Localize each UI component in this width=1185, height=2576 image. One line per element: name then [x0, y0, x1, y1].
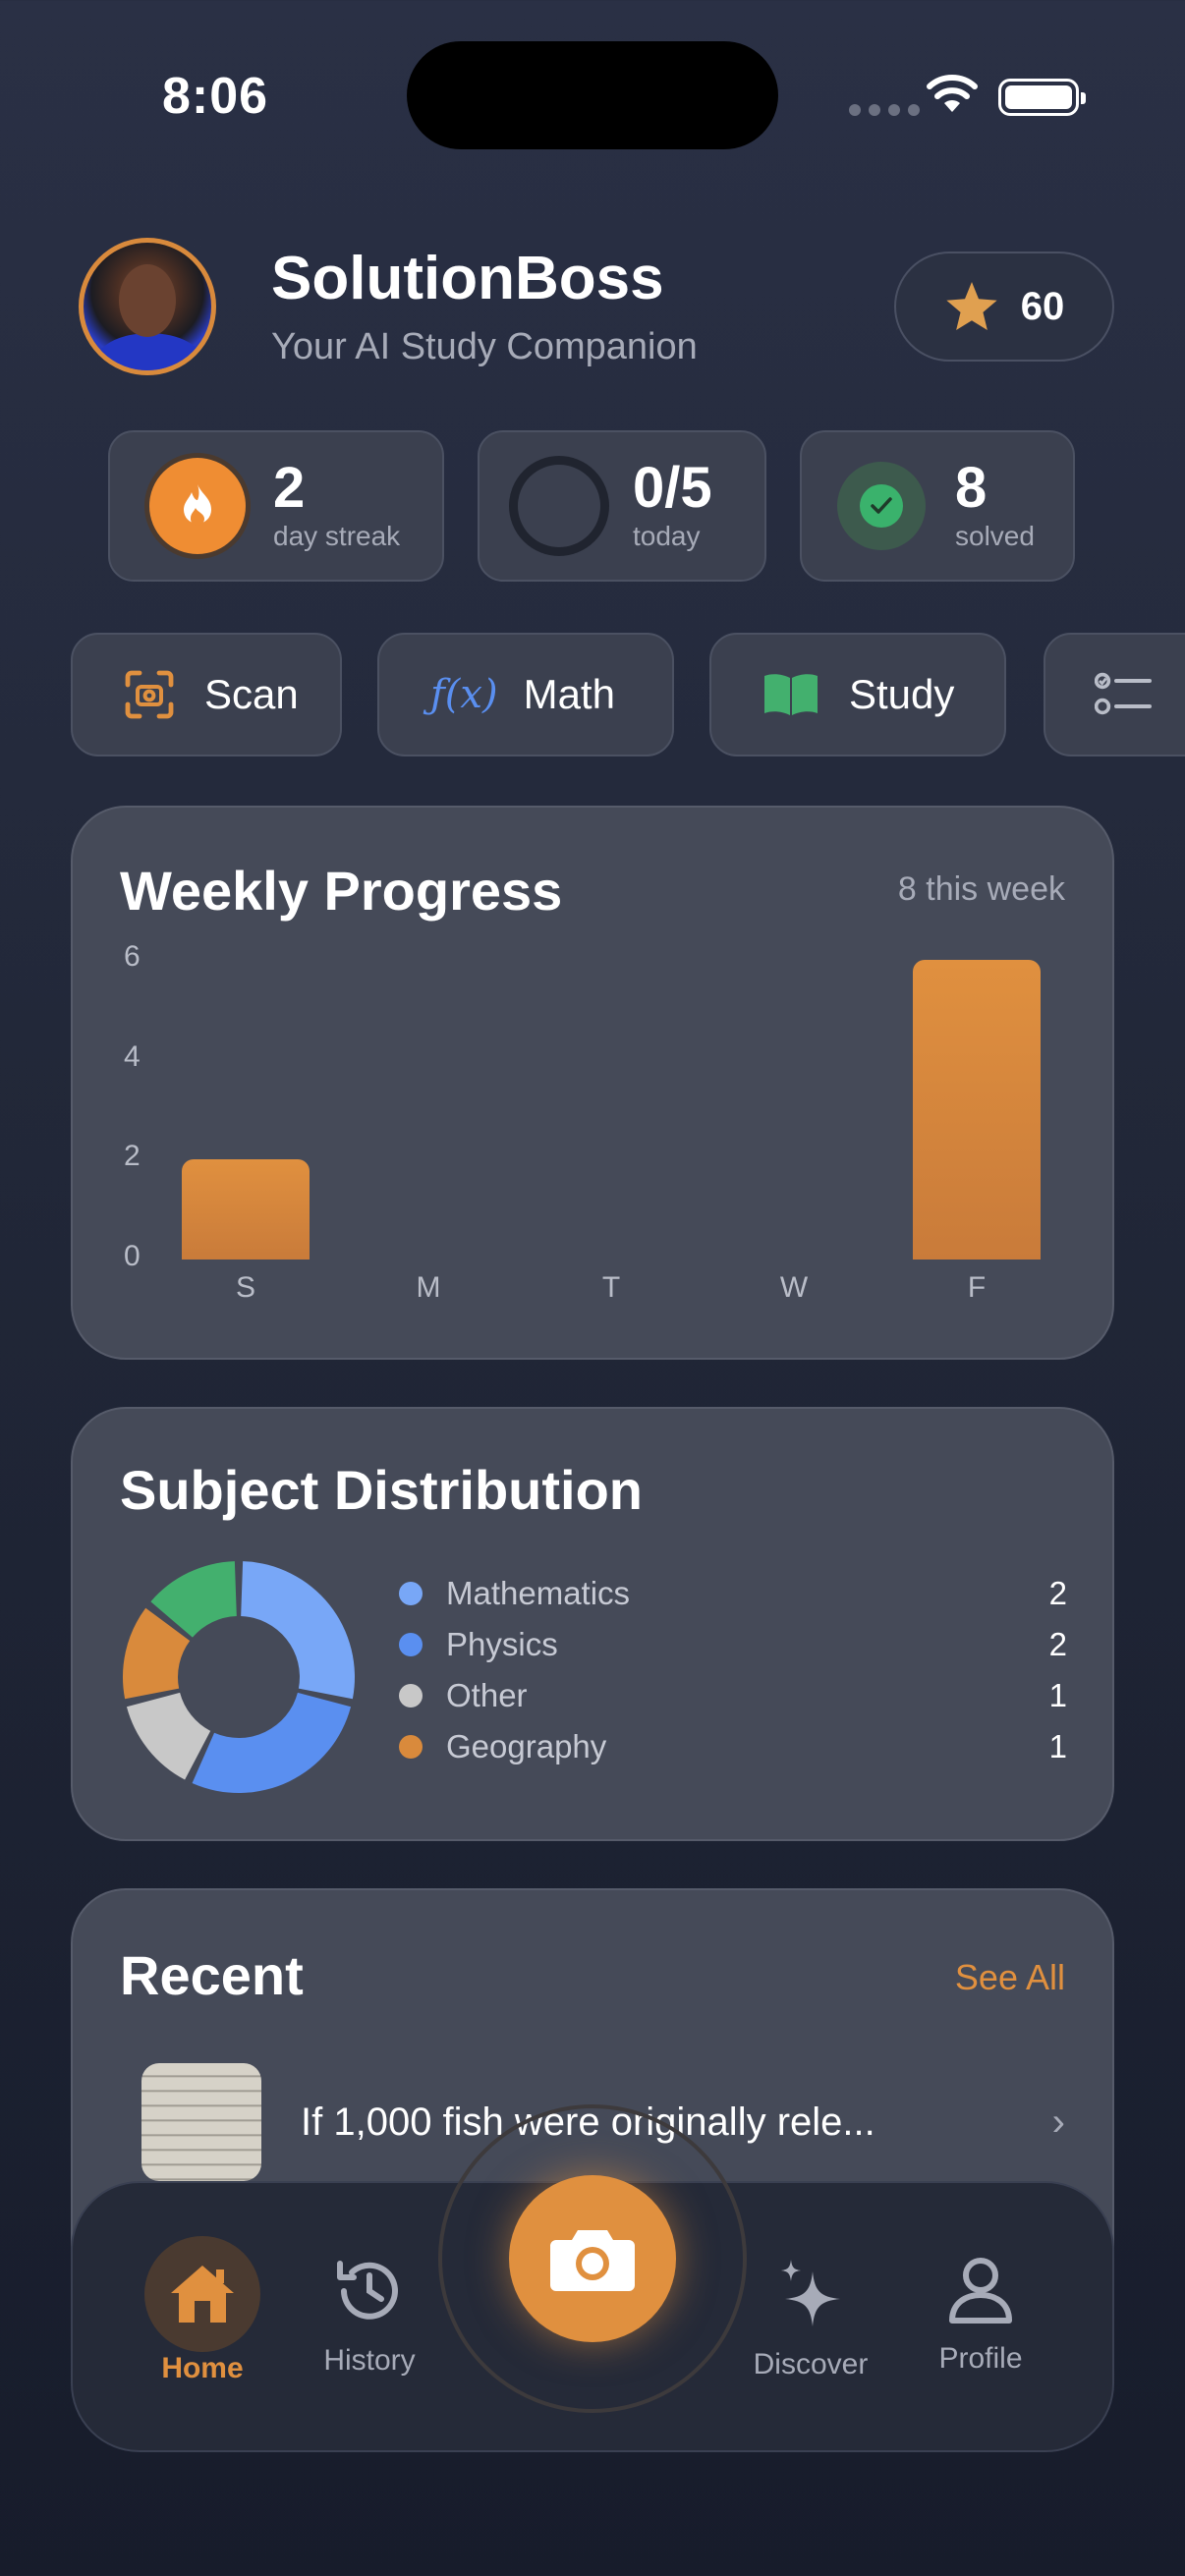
- y-tick-label: 0: [124, 1240, 141, 1272]
- legend-count: 1: [1048, 1677, 1067, 1713]
- study-label: Study: [849, 671, 955, 717]
- check-icon: [837, 462, 926, 550]
- home-icon: [144, 2236, 260, 2352]
- today-value: 0/5: [633, 456, 712, 520]
- points-badge[interactable]: 60: [894, 252, 1114, 362]
- camera-icon: [550, 2230, 635, 2291]
- checklist-button[interactable]: [1044, 633, 1185, 756]
- y-tick-label: 6: [124, 940, 141, 973]
- tab-discover[interactable]: Discover: [732, 2256, 889, 2381]
- legend-name: Physics: [446, 1626, 558, 1662]
- tab-profile[interactable]: Profile: [902, 2256, 1059, 2376]
- checklist-icon: [1095, 672, 1152, 715]
- scan-button[interactable]: Scan: [71, 633, 342, 756]
- x-tick-label: S: [235, 1271, 255, 1304]
- legend-name: Geography: [446, 1728, 607, 1764]
- app-subtitle: Your AI Study Companion: [271, 326, 698, 367]
- donut-segment: [126, 1692, 211, 1780]
- battery-icon: [998, 79, 1086, 116]
- legend-dot: [399, 1684, 423, 1708]
- legend-dot: [399, 1735, 423, 1759]
- flame-icon: [149, 458, 246, 554]
- tab-home-label: Home: [161, 2352, 244, 2384]
- camera-button[interactable]: [509, 2175, 676, 2342]
- y-tick-label: 4: [124, 1039, 141, 1073]
- legend-count: 1: [1048, 1728, 1067, 1764]
- scan-label: Scan: [204, 671, 299, 717]
- subject-distribution-card: Subject Distribution Mathematics 2 Physic…: [71, 1407, 1114, 1841]
- x-tick-label: T: [601, 1271, 621, 1304]
- legend-item: Other 1: [399, 1670, 1067, 1721]
- signal-icon: [849, 104, 920, 116]
- points-value: 60: [1020, 284, 1065, 328]
- legend-dot: [399, 1582, 423, 1605]
- tab-history[interactable]: History: [291, 2256, 448, 2378]
- legend-name: Other: [446, 1677, 528, 1713]
- legend-name: Mathematics: [446, 1575, 631, 1611]
- tab-profile-label: Profile: [938, 2342, 1023, 2375]
- subject-donut-chart: [123, 1561, 355, 1793]
- legend-item: Geography 1: [399, 1721, 1067, 1772]
- solved-label: solved: [955, 521, 1035, 551]
- book-icon: [764, 674, 818, 715]
- math-label: Math: [523, 671, 615, 717]
- legend-dot: [399, 1633, 423, 1656]
- weekly-progress-card: Weekly Progress 8 this week 0 2 4 6 S M T W F: [71, 806, 1114, 1360]
- x-tick-label: W: [779, 1271, 809, 1304]
- function-icon: ƒ(x): [430, 672, 498, 717]
- distribution-title: Subject Distribution: [120, 1459, 643, 1521]
- person-icon: [949, 2258, 1012, 2324]
- tab-discover-label: Discover: [753, 2348, 869, 2380]
- donut-segment: [241, 1561, 355, 1700]
- weekly-count: 8 this week: [897, 870, 1065, 908]
- legend-item: Physics 2: [399, 1619, 1067, 1670]
- math-button[interactable]: ƒ(x) Math: [377, 633, 674, 756]
- donut-segment: [192, 1692, 352, 1793]
- distribution-legend: Mathematics 2 Physics 2 Other 1 Geography 1: [399, 1568, 1067, 1772]
- solved-value: 8: [955, 456, 988, 520]
- streak-card: 2 day streak: [108, 430, 444, 582]
- legend-item: Mathematics 2: [399, 1568, 1067, 1619]
- progress-ring: [509, 456, 609, 556]
- recent-thumbnail: [141, 2063, 261, 2181]
- x-tick-label: M: [416, 1271, 441, 1304]
- tab-history-label: History: [323, 2344, 416, 2377]
- history-icon: [337, 2261, 398, 2320]
- solved-card: 8 solved: [800, 430, 1075, 582]
- avatar[interactable]: [79, 238, 216, 375]
- legend-count: 2: [1048, 1575, 1067, 1611]
- today-card: 0/5 today: [478, 430, 766, 582]
- tab-home[interactable]: Home: [124, 2236, 281, 2385]
- bar: [182, 1159, 310, 1260]
- streak-value: 2: [273, 456, 306, 520]
- bar: [913, 960, 1041, 1260]
- x-tick-label: F: [967, 1271, 987, 1304]
- legend-count: 2: [1048, 1626, 1067, 1662]
- star-icon: [946, 282, 997, 331]
- today-label: today: [633, 521, 701, 551]
- see-all-link[interactable]: See All: [955, 1957, 1065, 1998]
- recent-title: Recent: [120, 1944, 304, 2006]
- weekly-title: Weekly Progress: [120, 860, 563, 922]
- app-title: SolutionBoss: [271, 245, 664, 312]
- scan-icon: [125, 670, 174, 719]
- sparkles-icon: [781, 2260, 840, 2326]
- study-button[interactable]: Study: [709, 633, 1006, 756]
- y-tick-label: 2: [124, 1140, 141, 1173]
- dynamic-island: [407, 41, 778, 149]
- status-time: 8:06: [162, 68, 269, 125]
- streak-label: day streak: [273, 521, 401, 551]
- wifi-icon: [926, 73, 979, 119]
- chevron-right-icon: ›: [1051, 2100, 1065, 2144]
